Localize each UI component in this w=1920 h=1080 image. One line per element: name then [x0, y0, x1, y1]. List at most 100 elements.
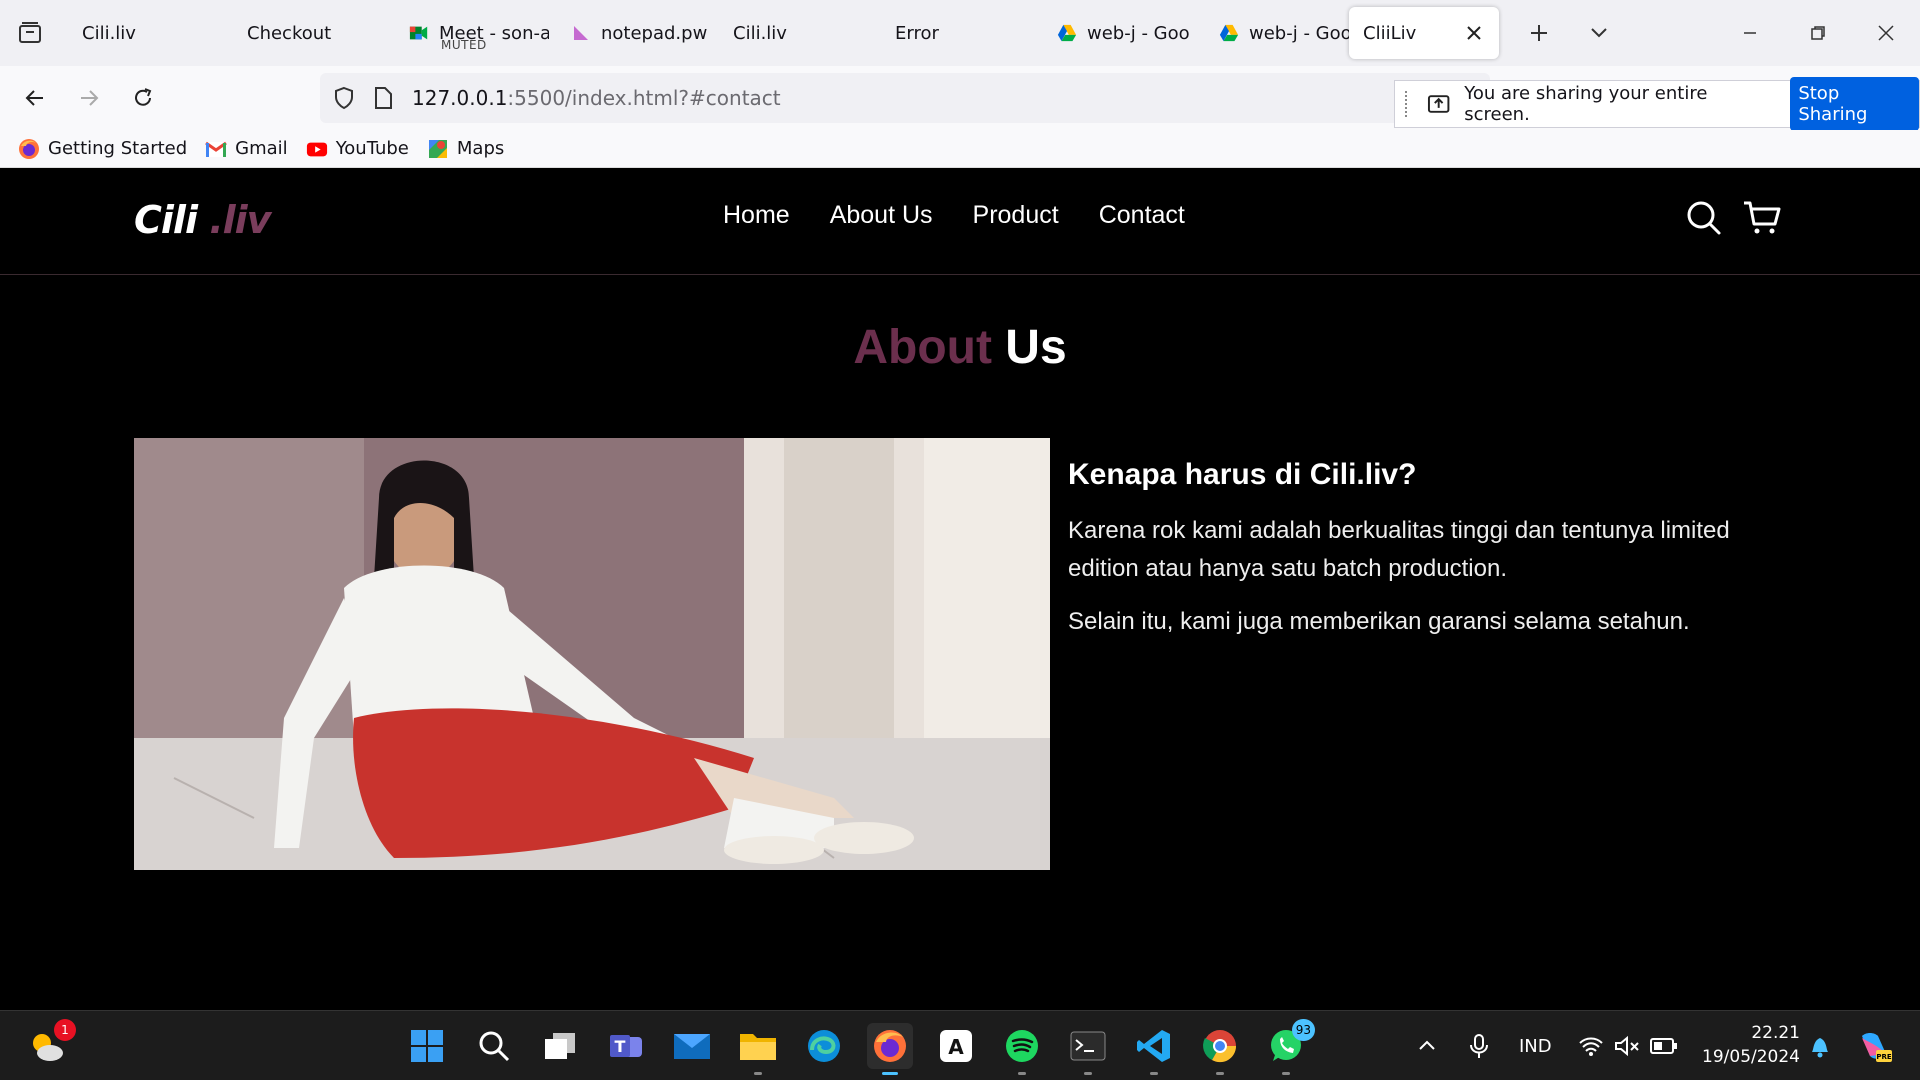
chevron-down-icon [1591, 28, 1607, 38]
battery-icon [1650, 1038, 1677, 1054]
battery-indicator[interactable] [1650, 1011, 1678, 1080]
time: 22.21 [1751, 1023, 1800, 1043]
show-hidden-icons[interactable] [1416, 1011, 1438, 1080]
menu-contact[interactable]: Contact [1099, 201, 1185, 230]
site-logo[interactable]: Cili .liv [134, 198, 271, 242]
shield-icon[interactable] [332, 86, 356, 110]
notifications-button[interactable] [1808, 1011, 1832, 1080]
taskbar-search[interactable] [471, 1023, 517, 1069]
start-button[interactable] [404, 1023, 450, 1069]
bookmark-label: YouTube [335, 138, 409, 159]
file-explorer-app[interactable] [735, 1023, 781, 1075]
spotify-icon [1006, 1030, 1038, 1062]
bookmark-label: Getting Started [48, 138, 188, 159]
tab-cililiv-2[interactable]: Cili.liv [711, 0, 873, 66]
tab-drive-2[interactable]: web-j - Goo [1197, 0, 1349, 66]
text-app-icon: A [940, 1030, 972, 1062]
forward-button[interactable] [68, 77, 110, 119]
tab-label: web-j - Goo [1087, 22, 1190, 44]
bookmark-gmail[interactable]: Gmail [205, 138, 288, 160]
tab-label: Cili.liv [733, 22, 787, 44]
teams-app[interactable]: T [603, 1023, 649, 1069]
vscode-app[interactable] [1131, 1023, 1177, 1075]
close-icon [1878, 25, 1894, 41]
tab-bar: Cili.liv Checkout Meet - son-a MUTED not… [0, 0, 1920, 66]
teams-icon: T [610, 1035, 642, 1057]
back-button[interactable] [14, 77, 56, 119]
site-header: Cili .liv Home About Us Product Contact [0, 168, 1920, 275]
svg-text:PRE: PRE [1876, 1053, 1892, 1061]
google-drive-icon [1057, 23, 1077, 43]
stop-sharing-button[interactable]: Stop Sharing [1790, 77, 1919, 131]
whatsapp-app[interactable]: 93 [1263, 1019, 1315, 1075]
screen-sharing-bar: You are sharing your entire screen. Stop… [1394, 77, 1920, 131]
bookmarks-toolbar: Getting Started Gmail YouTube Maps [0, 130, 1920, 168]
appflowy-app[interactable]: A [933, 1023, 979, 1069]
spotify-app[interactable] [999, 1023, 1045, 1075]
close-tab-icon[interactable] [1463, 22, 1485, 44]
drag-handle[interactable] [1405, 91, 1411, 117]
bookmark-maps[interactable]: Maps [427, 138, 504, 160]
chevron-up-icon [1419, 1040, 1435, 1050]
list-tabs-button[interactable] [1569, 0, 1629, 66]
shopping-cart-icon[interactable] [1742, 198, 1782, 238]
section-title: About Us [0, 320, 1920, 375]
page-icon[interactable] [372, 86, 394, 110]
search-icon[interactable] [1684, 198, 1724, 238]
tab-drive-1[interactable]: web-j - Goo [1035, 0, 1197, 66]
copilot-icon: PRE [1862, 1033, 1892, 1062]
menu-home[interactable]: Home [723, 201, 790, 230]
menu-about-us[interactable]: About Us [830, 201, 933, 230]
google-drive-icon [1219, 23, 1239, 43]
tab-cliiliv-active[interactable]: CliiLiv [1349, 7, 1499, 59]
bookmark-youtube[interactable]: YouTube [306, 138, 409, 160]
about-paragraph-1: Karena rok kami adalah berkualitas tingg… [1068, 517, 1730, 583]
svg-text:T: T [615, 1037, 626, 1056]
tab-label: Error [895, 22, 939, 44]
about-text: Kenapa harus di Cili.liv? Karena rok kam… [1068, 458, 1768, 655]
weather-widget[interactable]: 1 [24, 1019, 76, 1069]
terminal-icon [1070, 1031, 1106, 1061]
firefox-app[interactable] [867, 1023, 913, 1075]
url-text[interactable]: 127.0.0.1:5500/index.html?#contact [412, 86, 781, 110]
mail-app[interactable] [669, 1023, 715, 1069]
about-paragraph-2: Selain itu, kami juga memberikan garansi… [1068, 607, 1690, 635]
volume-indicator[interactable] [1614, 1011, 1640, 1080]
microphone-indicator[interactable] [1468, 1011, 1490, 1080]
tab-cililiv-1[interactable]: Cili.liv [60, 0, 225, 66]
bookmark-getting-started[interactable]: Getting Started [18, 138, 187, 160]
restore-button[interactable] [1784, 0, 1852, 66]
sharing-message: You are sharing your entire screen. [1464, 83, 1708, 125]
edge-app[interactable] [801, 1023, 847, 1069]
address-bar[interactable]: 127.0.0.1:5500/index.html?#contact [320, 73, 1490, 123]
language-indicator[interactable]: IND [1519, 1011, 1552, 1080]
tab-overview-icon [19, 22, 41, 43]
firefox-icon [18, 138, 40, 160]
task-view[interactable] [537, 1023, 583, 1069]
close-window-button[interactable] [1852, 0, 1920, 66]
youtube-icon [306, 138, 328, 160]
restore-icon [1811, 26, 1825, 40]
tab-checkout[interactable]: Checkout [225, 0, 387, 66]
tab-error[interactable]: Error [873, 0, 1035, 66]
chrome-app[interactable] [1197, 1023, 1243, 1075]
menu-product[interactable]: Product [973, 201, 1059, 230]
tab-label: web-j - Goo [1249, 22, 1349, 44]
network-indicator[interactable] [1578, 1011, 1604, 1080]
tab-meet[interactable]: Meet - son-a MUTED [387, 0, 549, 66]
language-label: IND [1519, 1035, 1552, 1057]
arrow-right-icon [81, 90, 99, 106]
arrow-left-icon [25, 90, 43, 106]
bookmark-label: Gmail [235, 138, 288, 159]
minimize-button[interactable] [1716, 0, 1784, 66]
url-path: :5500/index.html?#contact [507, 86, 781, 110]
tab-overview-button[interactable] [0, 0, 60, 66]
date: 19/05/2024 [1702, 1047, 1800, 1067]
windows-icon [411, 1030, 443, 1062]
terminal-app[interactable] [1065, 1023, 1111, 1075]
reload-button[interactable] [122, 77, 164, 119]
new-tab-button[interactable] [1509, 0, 1569, 66]
copilot-button[interactable]: PRE [1856, 1011, 1892, 1080]
tab-notepad[interactable]: notepad.pw [549, 0, 711, 66]
clock[interactable]: 22.21 19/05/2024 [1700, 1021, 1800, 1069]
